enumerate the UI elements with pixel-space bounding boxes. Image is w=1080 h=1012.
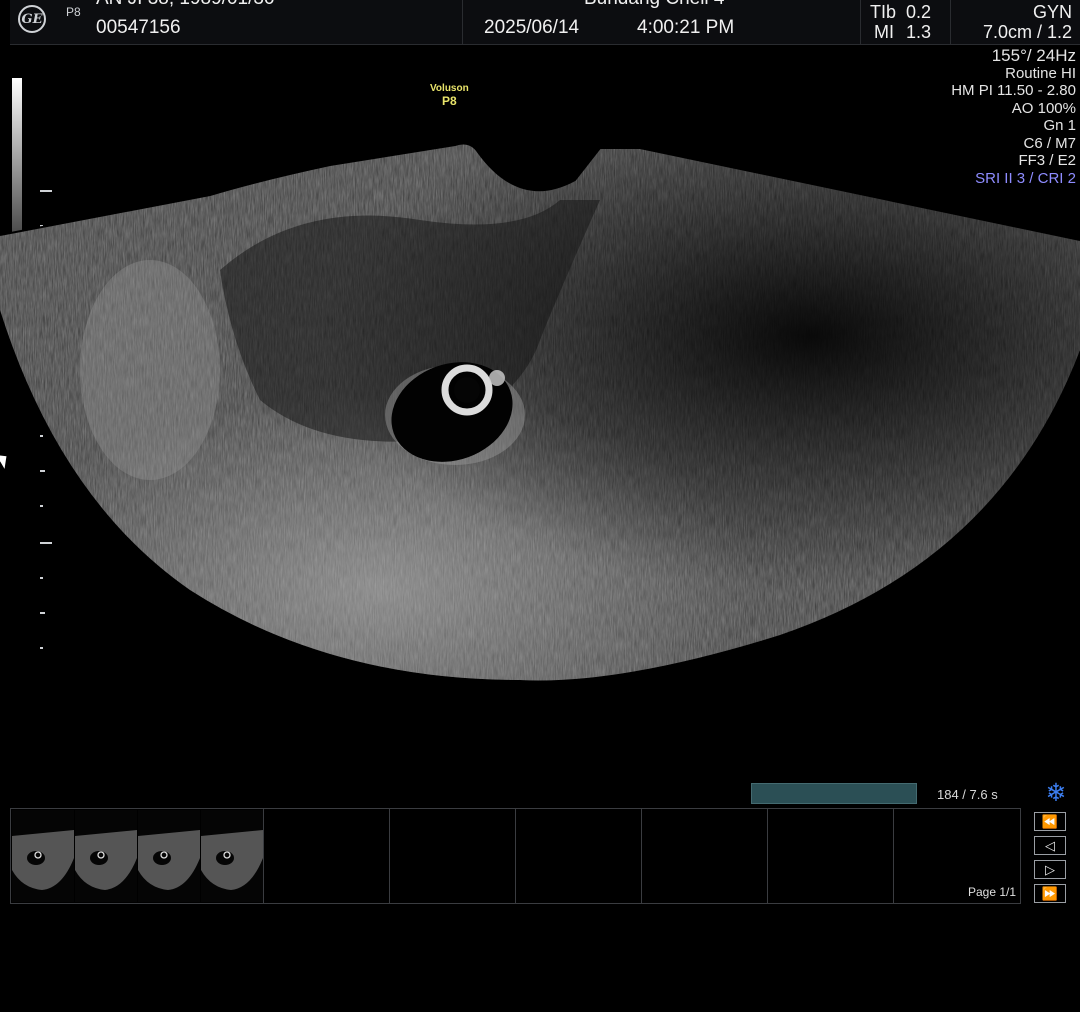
probe-label: P8 [66, 5, 81, 19]
thumbnail-slot-empty [767, 809, 894, 903]
voluson-probe-badge: Voluson P8 [430, 83, 469, 108]
thumbnail-image[interactable] [138, 810, 200, 902]
param-gain: Gn 1 [1043, 117, 1076, 134]
mi-label: MI [874, 22, 894, 42]
param-acoustic-output: AO 100% [1011, 99, 1076, 117]
thumbnail-slot-empty [263, 809, 390, 903]
clipboard-thumbnails [10, 808, 1021, 904]
ge-logo-icon: GE [18, 5, 46, 33]
cine-frame-counter: 184 / 7.6 s [937, 787, 998, 802]
patient-header: GE P8 AN JI 38, 1989/01/30 00547156 Bund… [10, 0, 1080, 45]
exam-date: 2025/06/14 [484, 17, 580, 38]
thumbnail-slot[interactable] [11, 809, 264, 903]
tib-value: 0.2 [906, 2, 932, 22]
application-mode: GYN [1032, 2, 1072, 22]
badge-probe: P8 [442, 94, 457, 108]
param-angle-framerate: 155°/ 24Hz [991, 46, 1076, 65]
step-back-icon[interactable]: ◁ [1034, 836, 1066, 855]
thumbnail-image[interactable] [12, 810, 74, 902]
cine-progress-bar[interactable] [751, 783, 917, 804]
mi-value: 1.3 [906, 22, 932, 42]
param-preset: Routine HI [1005, 64, 1076, 82]
tib-label: TIb [870, 2, 897, 22]
param-harmonic: HM PI 11.50 - 2.80 [951, 82, 1076, 99]
patient-id: 00547156 [96, 17, 181, 38]
thumbnail-slot-empty [515, 809, 642, 903]
page-indicator: Page 1/1 [968, 885, 1017, 899]
patient-name-dob: AN JI 38, 1989/01/30 [96, 0, 275, 10]
badge-brand: Voluson [430, 83, 469, 94]
rewind-double-icon[interactable]: ⏪ [1034, 812, 1066, 831]
thumbnail-slot-empty [389, 809, 516, 903]
hospital-name: Bundang Cheil 4 [584, 0, 725, 10]
forward-double-icon[interactable]: ⏩ [1034, 884, 1066, 903]
ultrasound-sector-image[interactable] [0, 140, 1080, 700]
thumbnail-image[interactable] [201, 810, 263, 902]
thumbnail-slot-empty [641, 809, 768, 903]
freeze-snowflake-icon[interactable]: ❄ [1043, 780, 1069, 806]
thumbnail-image[interactable] [75, 810, 137, 902]
depth-readout: 7.0cm / 1.2 [982, 22, 1072, 42]
step-forward-icon[interactable]: ▷ [1034, 860, 1066, 879]
exam-time: 4:00:21 PM [637, 17, 735, 38]
